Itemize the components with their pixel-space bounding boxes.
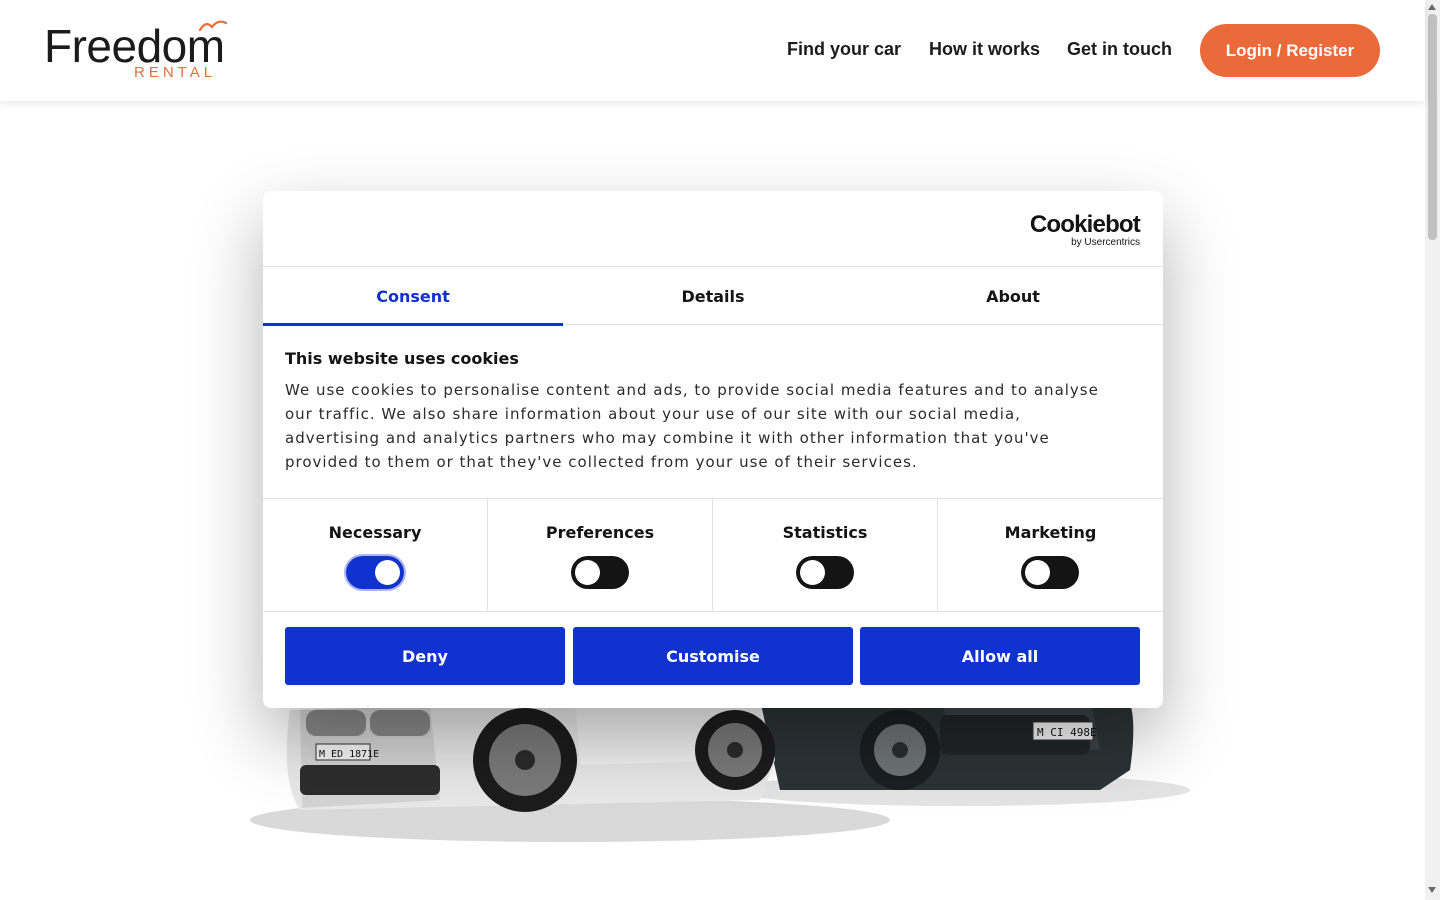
white-car: M ED 1871E [286,695,775,812]
category-label: Necessary [328,523,422,542]
bird-icon [198,20,228,32]
cookie-consent-dialog: Cookiebot by Usercentrics Consent Detail… [263,191,1163,708]
tab-details[interactable]: Details [563,267,863,325]
category-marketing: Marketing [938,499,1163,611]
site-header: Freedom RENTAL Find your car How it work… [0,0,1425,101]
freedom-rental-logo[interactable]: Freedom RENTAL [44,18,234,84]
cookie-description: We use cookies to personalise content an… [285,381,1099,471]
necessary-toggle[interactable] [344,554,406,591]
dialog-header: Cookiebot by Usercentrics [263,191,1163,267]
nav-find-your-car[interactable]: Find your car [787,37,901,61]
cookie-title: This website uses cookies [285,349,519,368]
category-statistics: Statistics [713,499,938,611]
cookiebot-wordmark: Cookiebot [1029,211,1141,238]
scroll-up-arrow-icon[interactable] [1428,4,1436,10]
cookie-categories: Necessary Preferences Statistics Marketi… [263,498,1163,612]
category-label: Statistics [782,523,868,542]
nav-get-in-touch[interactable]: Get in touch [1067,37,1172,61]
toggle-knob [1025,560,1050,585]
preferences-toggle[interactable] [571,556,629,589]
cookiebot-byline: by Usercentrics [1071,237,1140,248]
toggle-knob [800,560,825,585]
toggle-knob [375,560,400,585]
tab-consent[interactable]: Consent [263,267,563,326]
consent-buttons: Deny Customise Allow all [285,627,1141,685]
tab-about[interactable]: About [863,267,1163,325]
login-register-button[interactable]: Login / Register [1200,24,1380,77]
customise-button[interactable]: Customise [573,627,853,685]
plate-right: M CI 498E [1037,726,1097,739]
toggle-knob [575,560,600,585]
cookiebot-logo: Cookiebot by Usercentrics [1029,211,1141,249]
category-label: Marketing [1004,523,1097,542]
page-scrollbar[interactable] [1425,0,1440,900]
plate-left: M ED 1871E [319,749,379,760]
logo-subtitle: RENTAL [134,64,217,81]
dialog-tabs: Consent Details About [263,267,1163,326]
deny-button[interactable]: Deny [285,627,565,685]
scroll-thumb[interactable] [1428,14,1437,240]
category-necessary: Necessary [263,499,488,611]
nav-how-it-works[interactable]: How it works [929,37,1040,61]
category-label: Preferences [545,523,655,542]
marketing-toggle[interactable] [1021,556,1079,589]
allow-all-button[interactable]: Allow all [860,627,1140,685]
scroll-down-arrow-icon[interactable] [1428,887,1436,893]
statistics-toggle[interactable] [796,556,854,589]
category-preferences: Preferences [488,499,713,611]
